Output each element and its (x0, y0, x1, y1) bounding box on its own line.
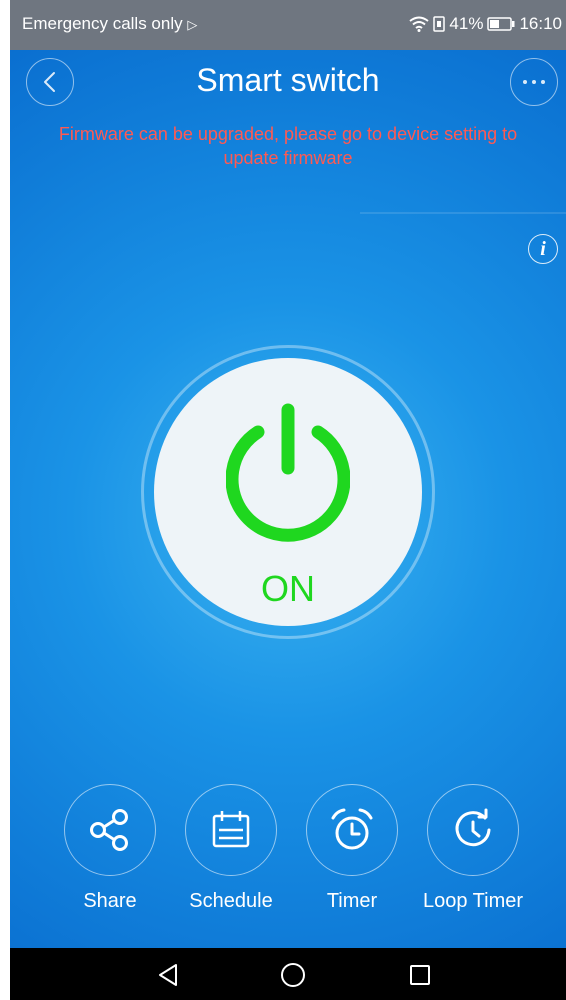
triangle-back-icon (159, 964, 177, 986)
status-left: Emergency calls only ▷ (22, 14, 197, 34)
circle-home-icon (281, 963, 305, 987)
loop-timer-action[interactable]: Loop Timer (413, 784, 533, 913)
firmware-notice-line-2: update firmware (223, 148, 353, 168)
more-options-button[interactable] (510, 58, 558, 106)
status-bar: Emergency calls only ▷ 41% 16:10 (10, 0, 566, 50)
share-button[interactable] (64, 784, 156, 876)
battery-icon (487, 17, 515, 31)
wifi-icon (409, 16, 430, 32)
nav-recents-button[interactable] (405, 960, 435, 990)
alarm-clock-icon (331, 808, 373, 850)
timer-label: Timer (326, 890, 378, 912)
header-bar: Smart switch (10, 50, 566, 112)
nav-home-button[interactable] (278, 960, 308, 990)
sim-icon (433, 16, 446, 32)
phone-screen: Emergency calls only ▷ 41% 16:10 Smart s… (10, 0, 566, 1000)
status-right: 41% 16:10 (409, 14, 562, 34)
calendar-icon (212, 811, 250, 848)
loop-timer-button[interactable] (427, 784, 519, 876)
clock-time: 16:10 (519, 14, 562, 33)
firmware-upgrade-notice[interactable]: Firmware can be upgraded, please go to d… (10, 122, 566, 170)
loop-clock-icon (455, 808, 491, 847)
nav-back-button[interactable] (153, 960, 183, 990)
app-body: Smart switch Firmware can be upgraded, p… (10, 50, 566, 948)
timer-action[interactable]: Timer (292, 784, 412, 913)
schedule-label: Schedule (189, 890, 273, 912)
more-dots-icon (523, 80, 545, 84)
timer-button[interactable] (306, 784, 398, 876)
square-recents-icon (410, 965, 430, 985)
share-action[interactable]: Share (50, 784, 170, 913)
divider (360, 212, 566, 214)
action-bar: Share Schedule Timer Loop Timer (10, 784, 566, 914)
page-title: Smart switch (196, 62, 380, 98)
play-store-notification-icon: ▷ (187, 17, 198, 32)
battery-percent: 41% (449, 14, 484, 33)
firmware-notice-line-1: Firmware can be upgraded, please go to d… (58, 124, 518, 144)
loop-timer-label: Loop Timer (422, 890, 524, 912)
power-toggle-button[interactable]: ON (154, 358, 422, 626)
share-icon (90, 809, 128, 851)
system-navigation-bar (10, 948, 566, 1000)
schedule-action[interactable]: Schedule (171, 784, 291, 913)
power-state-label: ON (261, 568, 315, 609)
schedule-button[interactable] (185, 784, 277, 876)
share-label: Share (83, 890, 137, 912)
power-icon (226, 403, 350, 542)
carrier-text: Emergency calls only (22, 14, 183, 33)
info-icon[interactable]: i (528, 234, 558, 264)
